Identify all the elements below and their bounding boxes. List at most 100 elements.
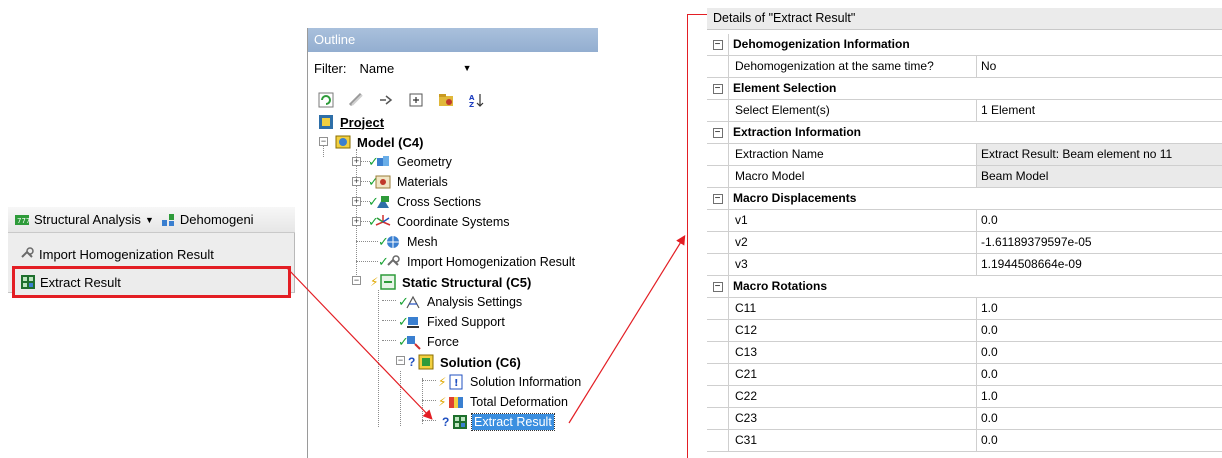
tree-item-mesh[interactable]: ✓ Mesh [378,232,440,252]
group-label: Dehomogenization Information [733,37,910,51]
details-property-row[interactable]: Dehomogenization at the same time? No [707,56,1222,78]
total-deformation-icon [448,394,464,410]
collapse-group-icon[interactable]: − [712,193,723,204]
tree-label-geometry: Geometry [397,155,452,169]
tree-label-static-structural: Static Structural (C5) [402,274,532,290]
tree-item-solution[interactable]: ? Solution (C6) [408,352,523,372]
property-name: C12 [729,320,977,341]
static-structural-icon [380,274,396,290]
property-value[interactable]: Beam Model [977,166,1222,187]
details-property-row[interactable]: C11 1.0 [707,298,1222,320]
tree-item-fixed-support[interactable]: ✓ Fixed Support [398,312,507,332]
collapse-group-icon[interactable]: − [712,127,723,138]
expand-cross-sections-button[interactable]: + [352,197,361,206]
tree-item-total-deformation[interactable]: ⚡ Total Deformation [438,392,570,412]
expand-coordinate-systems-button[interactable]: + [352,217,361,226]
details-property-row[interactable]: v2 -1.61189379597e-05 [707,232,1222,254]
tree-label-extract-result: Extract Result [471,413,555,431]
row-gutter [707,342,729,363]
tree-item-import-homogenization-result[interactable]: ✓ Import Homogenization Result [378,252,577,272]
property-value[interactable]: 1 Element [977,100,1222,121]
details-property-row[interactable]: Macro Model Beam Model [707,166,1222,188]
details-property-row[interactable]: C31 0.0 [707,430,1222,452]
details-group-row[interactable]: − Extraction Information [707,122,1222,144]
menu-item-label: Extract Result [40,274,121,290]
expand-geometry-button[interactable]: + [352,157,361,166]
details-property-row[interactable]: v3 1.1944508664e-09 [707,254,1222,276]
row-gutter [707,232,729,253]
property-value[interactable]: 0.0 [977,408,1222,429]
details-group-row[interactable]: − Macro Displacements [707,188,1222,210]
collapse-group-icon[interactable]: − [712,83,723,94]
row-gutter [707,254,729,275]
details-panel: Details of "Extract Result" − Dehomogeniz… [707,8,1222,458]
details-group-row[interactable]: − Dehomogenization Information [707,34,1222,56]
collapse-solution-button[interactable]: − [396,356,405,365]
materials-icon [375,174,391,190]
property-value[interactable]: 0.0 [977,430,1222,451]
row-gutter[interactable]: − [707,188,729,209]
suppress-icon[interactable] [348,92,364,108]
collapse-model-button[interactable]: − [319,137,328,146]
tree-label-solution-information: Solution Information [470,375,582,389]
tree-item-project[interactable]: Project [318,112,386,132]
property-value[interactable]: Extract Result: Beam element no 11 [977,144,1222,165]
property-value[interactable]: 0.0 [977,210,1222,231]
structural-analysis-dropdown[interactable]: 777 Structural Analysis ▼ [14,212,154,228]
property-value[interactable]: 1.1944508664e-09 [977,254,1222,275]
property-value[interactable]: 0.0 [977,342,1222,363]
tree-item-coordinate-systems[interactable]: ✓ Coordinate Systems [368,212,512,232]
tree-item-geometry[interactable]: ✓ Geometry [368,152,454,172]
row-gutter[interactable]: − [707,78,729,99]
tree-link-icon[interactable] [378,92,394,108]
tree-item-cross-sections[interactable]: ✓ Cross Sections [368,192,483,212]
chevron-down-icon: ▼ [462,63,472,73]
model-icon [335,134,351,150]
row-gutter[interactable]: − [707,122,729,143]
menu-item-extract-result[interactable]: Extract Result [12,266,291,298]
details-property-row[interactable]: C13 0.0 [707,342,1222,364]
tree-item-model[interactable]: Model (C4) [335,132,425,152]
collapse-group-icon[interactable]: − [712,281,723,292]
filter-value: Name [359,60,395,76]
row-gutter[interactable]: − [707,34,729,55]
details-title: Details of "Extract Result" [707,8,1222,30]
property-value[interactable]: 0.0 [977,320,1222,341]
property-value[interactable]: No [977,56,1222,77]
details-property-row[interactable]: C22 1.0 [707,386,1222,408]
expand-all-icon[interactable] [408,92,424,108]
tree-item-static-structural[interactable]: ⚡ Static Structural (C5) [370,272,533,292]
tree-item-solution-information[interactable]: ⚡ ! Solution Information [438,372,583,392]
details-property-row[interactable]: C21 0.0 [707,364,1222,386]
row-gutter [707,386,729,407]
sort-az-icon[interactable]: AZ [468,92,484,109]
folder-icon[interactable] [438,92,454,108]
tree-item-force[interactable]: ✓ Force [398,332,461,352]
property-value[interactable]: 0.0 [977,364,1222,385]
property-name: Dehomogenization at the same time? [729,56,977,77]
tree-item-analysis-settings[interactable]: ✓ Analysis Settings [398,292,524,312]
details-property-row[interactable]: C12 0.0 [707,320,1222,342]
property-value[interactable]: 1.0 [977,298,1222,319]
expand-materials-button[interactable]: + [352,177,361,186]
property-value[interactable]: 1.0 [977,386,1222,407]
menu-item-import-homogenization-result[interactable]: Import Homogenization Result [11,243,287,265]
dehomogenization-button[interactable]: Dehomogeni [160,212,254,228]
refresh-icon[interactable] [318,92,334,108]
tree-item-materials[interactable]: ✓ Materials [368,172,450,192]
details-property-row[interactable]: v1 0.0 [707,210,1222,232]
collapse-group-icon[interactable]: − [712,39,723,50]
filter-label: Filter: [314,60,347,76]
details-property-row[interactable]: Select Element(s) 1 Element [707,100,1222,122]
filter-select[interactable]: Name ▼ [354,58,477,78]
collapse-static-structural-button[interactable]: − [352,276,361,285]
property-value[interactable]: -1.61189379597e-05 [977,232,1222,253]
import-result-icon [19,246,35,262]
row-gutter[interactable]: − [707,276,729,297]
project-icon [318,114,334,130]
details-property-row[interactable]: Extraction Name Extract Result: Beam elem… [707,144,1222,166]
details-group-row[interactable]: − Macro Rotations [707,276,1222,298]
details-group-row[interactable]: − Element Selection [707,78,1222,100]
tree-item-extract-result[interactable]: ? Extract Result [442,412,555,432]
details-property-row[interactable]: C23 0.0 [707,408,1222,430]
